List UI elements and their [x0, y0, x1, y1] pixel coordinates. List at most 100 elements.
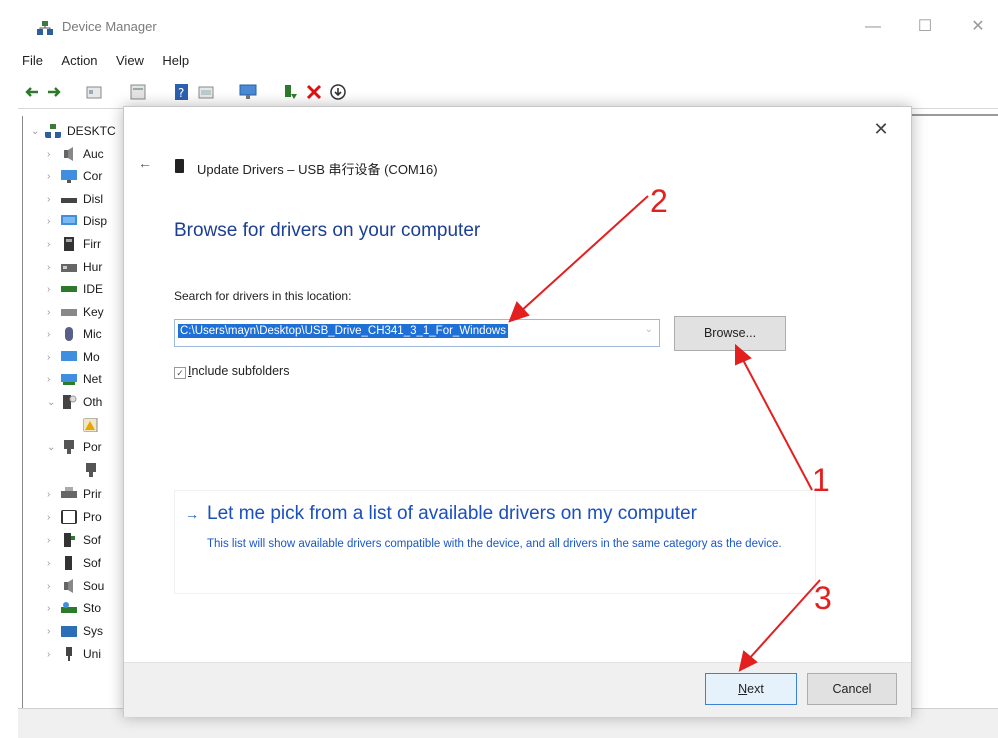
chevron-right-icon[interactable]: ›	[47, 512, 61, 523]
tree-item[interactable]: › Uni	[47, 643, 101, 665]
tree-item[interactable]: › IDE	[47, 278, 103, 300]
next-button-label: Next	[738, 682, 764, 696]
forward-arrow-icon[interactable]	[44, 82, 64, 102]
printer-icon	[61, 487, 77, 498]
chevron-right-icon[interactable]: ›	[47, 535, 61, 546]
include-subfolders-checkbox[interactable]: ✓	[174, 367, 186, 379]
close-window-button[interactable]: ✕	[963, 14, 993, 40]
chevron-right-icon[interactable]: ›	[47, 171, 61, 182]
include-subfolders-label[interactable]: Include subfolders	[188, 364, 289, 378]
chevron-right-icon[interactable]: ›	[47, 626, 61, 637]
software-component-icon	[64, 533, 75, 547]
chevron-right-icon[interactable]: ›	[47, 489, 61, 500]
tree-item[interactable]: › Auc	[47, 143, 104, 165]
chevron-right-icon[interactable]: ›	[47, 603, 61, 614]
tree-item[interactable]: › Sof	[47, 552, 101, 574]
menu-file[interactable]: File	[22, 53, 43, 68]
tree-item[interactable]: › Mo	[47, 346, 100, 368]
tree-item[interactable]: › Cor	[47, 165, 102, 187]
tree-item[interactable]: › Prir	[47, 483, 102, 505]
chevron-right-icon[interactable]: ›	[47, 262, 61, 273]
pick-from-list-description: This list will show available drivers co…	[207, 538, 782, 550]
ide-icon	[61, 286, 77, 292]
chevron-right-icon[interactable]: ›	[47, 216, 61, 227]
chevron-right-icon[interactable]: ›	[47, 581, 61, 592]
menu-action[interactable]: Action	[61, 53, 97, 68]
tree-item[interactable]: › Firr	[47, 233, 101, 255]
cancel-button[interactable]: Cancel	[807, 673, 897, 705]
chevron-right-icon[interactable]: ›	[47, 194, 61, 205]
tree-item-ports[interactable]: ⌄ Por	[47, 436, 102, 458]
update-driver-icon[interactable]	[280, 82, 300, 102]
tree-item[interactable]: › Mic	[47, 323, 102, 345]
pick-from-list-link[interactable]: Let me pick from a list of available dri…	[207, 503, 697, 525]
network-icon	[61, 374, 77, 385]
chevron-right-icon[interactable]: ›	[47, 149, 61, 160]
chevron-right-icon[interactable]: ›	[47, 649, 61, 660]
menu-view[interactable]: View	[116, 53, 144, 68]
mouse-icon	[65, 327, 73, 341]
tree-item[interactable]: › Sof	[47, 529, 101, 551]
pane-edge	[908, 114, 998, 116]
driver-path-input[interactable]: C:\Users\mayn\Desktop\USB_Drive_CH341_3_…	[174, 319, 660, 347]
next-button[interactable]: Next	[705, 673, 797, 705]
page-heading: Browse for drivers on your computer	[174, 220, 481, 241]
tree-item-unknown-device[interactable]	[83, 414, 105, 436]
chevron-right-icon[interactable]: ›	[47, 374, 61, 385]
minimize-button[interactable]: —	[858, 14, 888, 40]
back-arrow-icon[interactable]: ←	[138, 155, 152, 171]
chevron-right-icon[interactable]: ›	[47, 284, 61, 295]
keyboard-icon	[61, 309, 77, 316]
help-icon[interactable]: ?	[172, 82, 192, 102]
chevron-down-icon[interactable]: ⌄	[31, 126, 45, 137]
tree-item[interactable]: › Key	[47, 301, 104, 323]
properties-icon[interactable]	[84, 82, 104, 102]
firmware-icon	[64, 237, 74, 251]
location-label: Search for drivers in this location:	[174, 289, 352, 303]
chevron-right-icon[interactable]: ›	[47, 352, 61, 363]
scan-hardware-icon[interactable]	[238, 82, 258, 102]
tree-root-label: DESKTC	[67, 124, 116, 138]
menu-help[interactable]: Help	[162, 53, 189, 68]
close-icon[interactable]: ✕	[869, 117, 893, 141]
tree-item[interactable]: › Sys	[47, 620, 103, 642]
tree-item-label: Hur	[83, 260, 103, 274]
system-devices-icon	[61, 626, 77, 637]
annotation-step-2: 2	[650, 183, 668, 219]
browse-button[interactable]: Browse...	[674, 316, 786, 351]
tree-item-com-port[interactable]	[83, 459, 105, 481]
tree-item[interactable]: › Net	[47, 368, 102, 390]
show-hidden-icon[interactable]	[196, 82, 216, 102]
disable-device-icon[interactable]	[328, 82, 348, 102]
disk-icon	[61, 198, 77, 203]
tree-item[interactable]: › Disl	[47, 188, 103, 210]
chevron-down-icon[interactable]: ⌄	[645, 324, 653, 335]
tree-item[interactable]: › Sto	[47, 597, 101, 619]
chevron-down-icon[interactable]: ⌄	[47, 442, 61, 453]
chevron-down-icon[interactable]: ⌄	[47, 397, 61, 408]
audio-icon	[64, 147, 73, 161]
uninstall-icon[interactable]	[304, 82, 324, 102]
tree-item-label: Uni	[83, 647, 102, 661]
tree-root[interactable]: ⌄ DESKTC	[31, 120, 116, 142]
tree-item-other-devices[interactable]: ⌄ Oth	[47, 391, 102, 413]
chevron-right-icon[interactable]: ›	[47, 307, 61, 318]
maximize-button[interactable]: ☐	[910, 14, 940, 40]
tree-item[interactable]: › Pro	[47, 506, 102, 528]
tree-item[interactable]: › Disp	[47, 210, 107, 232]
driver-path-value[interactable]: C:\Users\mayn\Desktop\USB_Drive_CH341_3_…	[178, 324, 508, 338]
title-bar: Device Manager — ☐ ✕	[0, 0, 998, 44]
tree-item-label: Sys	[83, 624, 104, 638]
back-arrow-icon[interactable]	[22, 82, 42, 102]
view-icon[interactable]	[128, 82, 148, 102]
device-manager-icon	[37, 21, 53, 35]
monitor-icon	[61, 351, 77, 361]
chevron-right-icon[interactable]: ›	[47, 558, 61, 569]
port-icon	[64, 440, 74, 454]
chevron-right-icon[interactable]: ›	[47, 239, 61, 250]
chevron-right-icon[interactable]: ›	[47, 329, 61, 340]
tree-item[interactable]: › Hur	[47, 256, 102, 278]
pick-from-list-option[interactable]: → Let me pick from a list of available d…	[174, 490, 816, 594]
display-icon	[61, 215, 77, 225]
tree-item[interactable]: › Sou	[47, 575, 104, 597]
